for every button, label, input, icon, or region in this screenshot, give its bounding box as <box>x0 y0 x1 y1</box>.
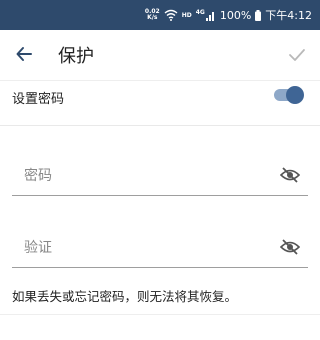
app-bar: 保护 <box>0 30 320 81</box>
page-title: 保护 <box>58 46 94 67</box>
status-icons: 0.02 K/s HD 4G 100% 下午4:12 <box>145 7 312 23</box>
status-bar: 0.02 K/s HD 4G 100% 下午4:12 <box>0 0 320 30</box>
network-speed-unit: K/s <box>147 14 158 21</box>
toggle-knob <box>286 86 304 104</box>
signal-icon: 4G <box>195 8 216 21</box>
set-password-toggle[interactable] <box>274 86 304 104</box>
back-arrow-icon[interactable] <box>14 44 34 64</box>
password-field[interactable]: 密码 <box>12 155 308 196</box>
network-speed: 0.02 K/s <box>145 9 160 21</box>
signal-bars-icon <box>205 11 214 21</box>
clock: 下午4:12 <box>265 9 312 22</box>
password-placeholder: 密码 <box>24 168 52 184</box>
set-password-row[interactable]: 设置密码 <box>0 80 320 114</box>
battery-icon <box>255 9 262 21</box>
section-divider <box>0 125 320 126</box>
set-password-label: 设置密码 <box>12 92 65 107</box>
eye-off-icon[interactable] <box>280 167 300 183</box>
verify-password-field[interactable]: 验证 <box>12 227 308 268</box>
eye-off-icon[interactable] <box>280 239 300 255</box>
hd-indicator: HD <box>181 11 192 19</box>
wifi-icon <box>164 9 178 21</box>
signal-type: 4G <box>195 8 205 16</box>
bottom-divider <box>0 314 320 315</box>
confirm-check-icon[interactable] <box>288 46 306 64</box>
verify-placeholder: 验证 <box>24 240 52 256</box>
password-warning-note: 如果丢失或忘记密码，则无法将其恢复。 <box>12 289 238 304</box>
battery-percent: 100% <box>219 8 252 22</box>
